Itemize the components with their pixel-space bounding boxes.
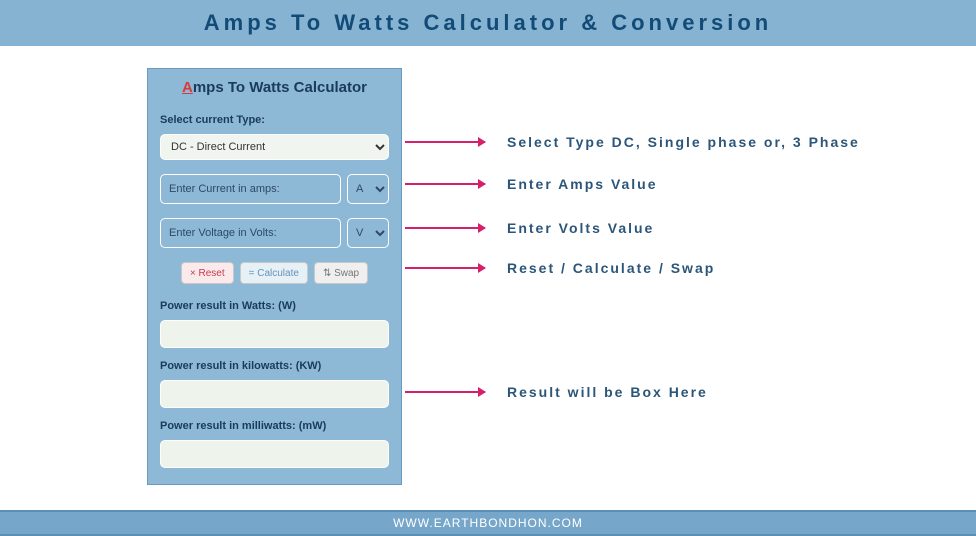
footer-banner: WWW.EARTHBONDHON.COM <box>0 510 976 536</box>
result-watts-label: Power result in Watts: (W) <box>160 300 389 312</box>
swap-button[interactable]: ⇅ Swap <box>314 262 368 284</box>
annotation-text: Reset / Calculate / Swap <box>507 260 715 276</box>
arrow-icon <box>405 391 485 393</box>
title-rest: mps To Watts Calculator <box>193 79 367 96</box>
current-type-label: Select current Type: <box>160 114 389 126</box>
arrow-icon <box>405 183 485 185</box>
annotation-text: Enter Amps Value <box>507 176 658 192</box>
page-title: Amps To Watts Calculator & Conversion <box>204 10 773 36</box>
annotation-text: Result will be Box Here <box>507 384 708 400</box>
voltage-unit-select[interactable]: V <box>347 218 389 248</box>
calculator-panel: Amps To Watts Calculator Select current … <box>147 68 402 485</box>
annotation-buttons: Reset / Calculate / Swap <box>405 260 715 276</box>
arrow-icon <box>405 141 485 143</box>
calculate-button[interactable]: = Calculate <box>240 262 308 284</box>
current-unit-select[interactable]: A <box>347 174 389 204</box>
current-input[interactable] <box>160 174 341 204</box>
button-row: × Reset = Calculate ⇅ Swap <box>160 262 389 284</box>
annotation-enter-volts: Enter Volts Value <box>405 220 654 236</box>
result-mw-label: Power result in milliwatts: (mW) <box>160 420 389 432</box>
page-header: Amps To Watts Calculator & Conversion <box>0 0 976 46</box>
result-mw-box <box>160 440 389 468</box>
arrow-icon <box>405 227 485 229</box>
annotation-result: Result will be Box Here <box>405 384 708 400</box>
reset-button[interactable]: × Reset <box>181 262 234 284</box>
voltage-input[interactable] <box>160 218 341 248</box>
main-content: Amps To Watts Calculator Select current … <box>0 46 976 508</box>
annotation-text: Select Type DC, Single phase or, 3 Phase <box>507 134 860 150</box>
current-row: A <box>160 174 389 204</box>
calculator-title: Amps To Watts Calculator <box>160 79 389 96</box>
annotation-select-type: Select Type DC, Single phase or, 3 Phase <box>405 134 860 150</box>
annotation-text: Enter Volts Value <box>507 220 654 236</box>
arrow-icon <box>405 267 485 269</box>
current-type-select[interactable]: DC - Direct Current <box>160 134 389 160</box>
result-watts-box <box>160 320 389 348</box>
voltage-row: V <box>160 218 389 248</box>
annotation-enter-amps: Enter Amps Value <box>405 176 658 192</box>
footer-url: WWW.EARTHBONDHON.COM <box>393 516 583 530</box>
title-first-letter: A <box>182 79 193 96</box>
result-kw-label: Power result in kilowatts: (KW) <box>160 360 389 372</box>
result-kw-box <box>160 380 389 408</box>
